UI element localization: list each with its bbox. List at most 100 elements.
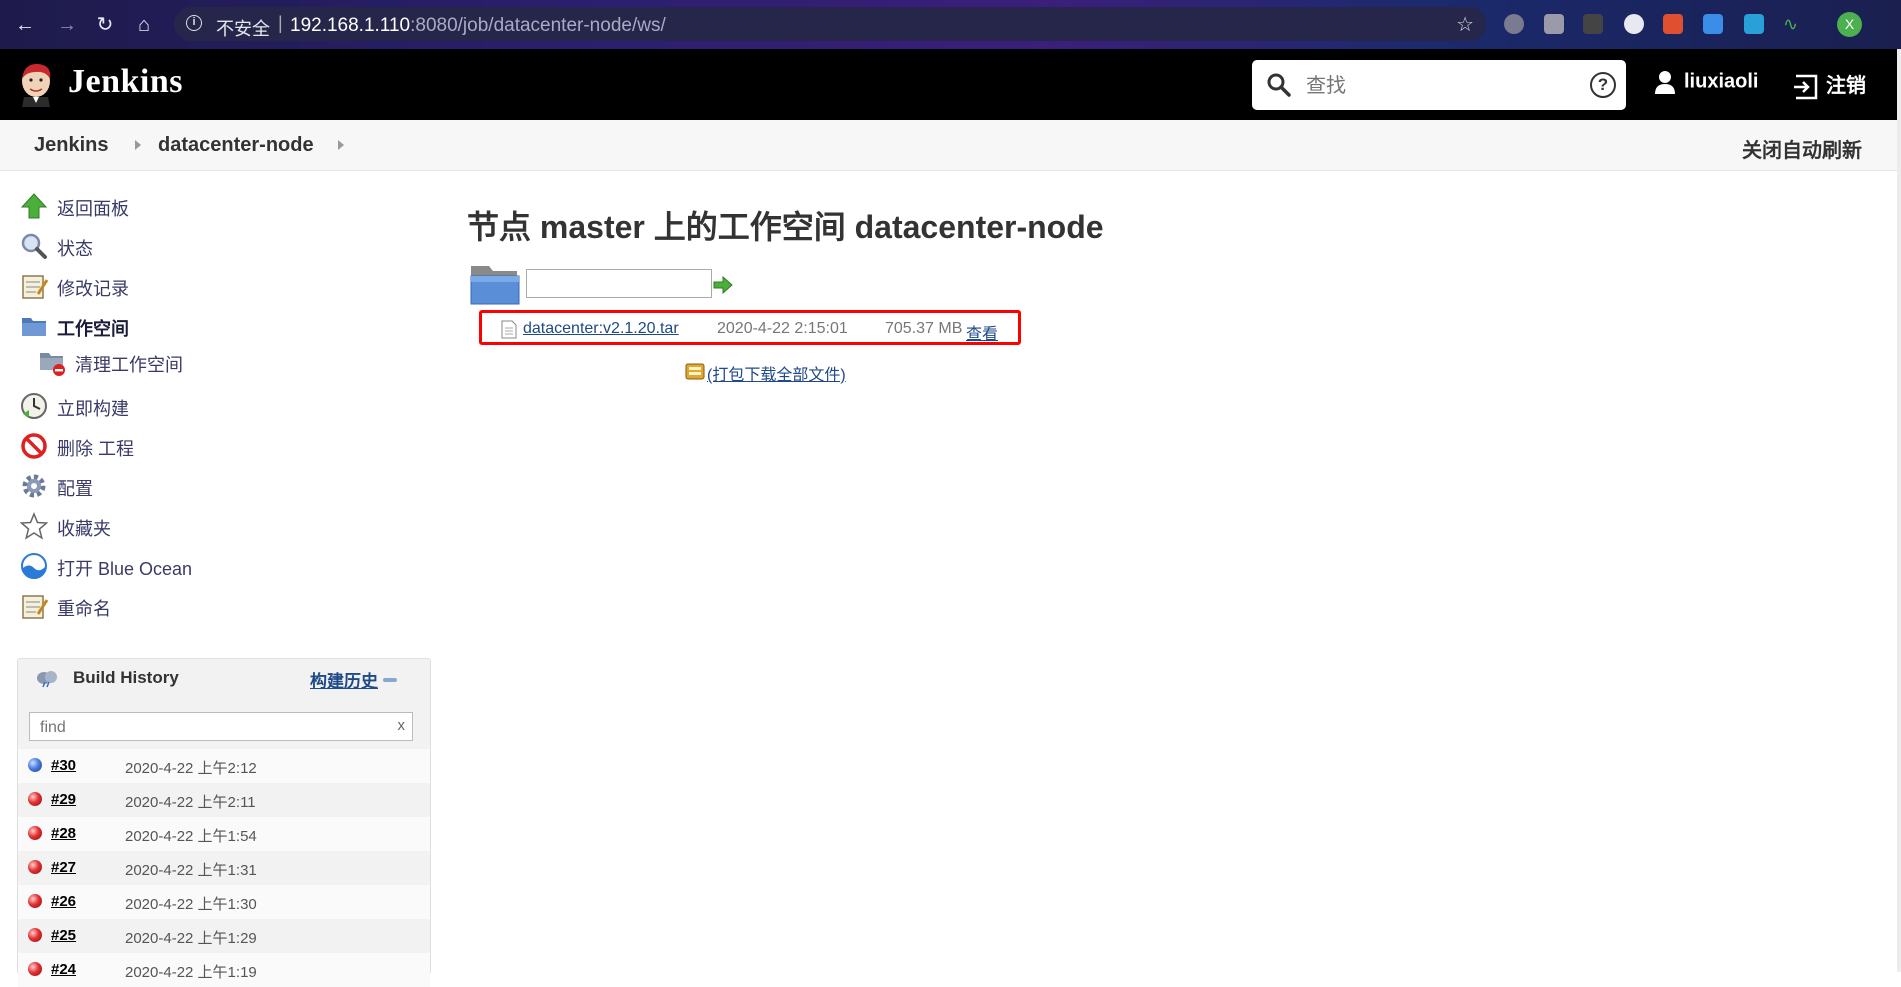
build-number-link[interactable]: #29 <box>51 791 76 808</box>
collapse-icon[interactable] <box>383 678 397 682</box>
extension-icon[interactable] <box>1663 14 1683 34</box>
sidebar-item-label: 修改记录 <box>57 279 129 299</box>
star-icon <box>20 512 48 540</box>
notepad-icon <box>22 595 48 619</box>
user-link[interactable]: liuxiaoli <box>1654 69 1758 95</box>
build-time: 2020-4-22 上午1:29 <box>125 930 257 947</box>
status-red-ball-icon <box>28 894 42 908</box>
file-icon <box>501 320 517 339</box>
disable-auto-refresh-link[interactable]: 关闭自动刷新 <box>1742 134 1862 163</box>
extension-icon[interactable] <box>1583 14 1603 34</box>
sidebar-item-label: 状态 <box>57 239 93 259</box>
status-red-ball-icon <box>28 928 42 942</box>
url-host: 192.168.1.110 <box>290 15 411 36</box>
extension-icon[interactable] <box>1504 14 1524 34</box>
magnifier-icon <box>21 233 47 259</box>
build-history-trend-link[interactable]: 构建历史 <box>310 667 378 692</box>
extension-icon[interactable] <box>1703 14 1723 34</box>
camera-extension-icon[interactable] <box>1544 14 1564 34</box>
extension-icon[interactable] <box>1624 14 1644 34</box>
gear-icon <box>22 474 46 498</box>
sidebar-item-label: 重命名 <box>57 599 111 619</box>
bookmark-star-icon[interactable]: ☆ <box>1456 12 1474 37</box>
file-name-link[interactable]: datacenter:v2.1.20.tar <box>523 320 679 338</box>
up-arrow-icon <box>20 193 48 219</box>
table-row: #26 2020-4-22 上午1:30 <box>18 885 430 919</box>
status-red-ball-icon <box>28 826 42 840</box>
forward-icon[interactable]: → <box>55 13 79 37</box>
sidebar-item-label: 删除 工程 <box>57 439 135 459</box>
sidebar-item-label: 打开 Blue Ocean <box>57 559 193 579</box>
build-time: 2020-4-22 上午1:31 <box>125 862 257 879</box>
browser-toolbar: ← → ↻ ⌂ i 不安全 | 192.168.1.110:8080/job/d… <box>0 0 1901 49</box>
jenkins-brand[interactable]: Jenkins <box>68 63 183 101</box>
no-entry-icon <box>21 433 47 459</box>
build-number-link[interactable]: #30 <box>51 757 76 774</box>
breadcrumb-chevron-icon[interactable] <box>135 140 141 150</box>
breadcrumb-chevron-icon[interactable] <box>338 140 344 150</box>
sidebar-item-label: 立即构建 <box>57 399 129 419</box>
status-red-ball-icon <box>28 962 42 976</box>
address-bar[interactable]: i 不安全 | 192.168.1.110:8080/job/datacente… <box>174 7 1486 41</box>
search-icon <box>1267 73 1291 97</box>
security-label: 不安全 <box>216 19 270 39</box>
build-number-link[interactable]: #28 <box>51 825 76 842</box>
table-row: #28 2020-4-22 上午1:54 <box>18 817 430 851</box>
user-icon <box>1655 71 1675 94</box>
reload-icon[interactable]: ↻ <box>93 13 117 37</box>
table-row: #24 2020-4-22 上午1:19 <box>18 953 430 987</box>
jenkins-logo-icon[interactable] <box>16 61 56 107</box>
download-all-link[interactable]: (打包下载全部文件) <box>707 361 846 385</box>
blue-ocean-icon <box>21 553 47 579</box>
view-file-link[interactable]: 查看 <box>966 320 998 344</box>
build-number-link[interactable]: #27 <box>51 859 76 876</box>
status-red-ball-icon <box>28 792 42 806</box>
build-history-title: Build History <box>73 668 179 687</box>
sidebar-item-label: 清理工作空间 <box>75 355 183 375</box>
wave-extension-icon[interactable]: ∿ <box>1783 14 1803 34</box>
table-row: #30 2020-4-22 上午2:12 <box>18 749 430 783</box>
cloud-weather-icon <box>37 671 57 688</box>
back-icon[interactable]: ← <box>13 13 37 37</box>
help-icon[interactable]: ? <box>1590 72 1616 98</box>
info-icon[interactable]: i <box>186 15 202 31</box>
sidebar-item-label: 收藏夹 <box>57 519 111 539</box>
file-size: 705.37 MB <box>885 320 963 337</box>
search-box: ? <box>1252 60 1626 110</box>
folder-icon <box>22 318 46 336</box>
status-blue-ball-icon <box>28 758 42 772</box>
url-path: :8080/job/datacenter-node/ws/ <box>410 15 666 36</box>
logout-label: 注销 <box>1826 75 1866 97</box>
scrollbar[interactable] <box>1897 49 1901 972</box>
jenkins-header: Jenkins ? liuxiaoli 注销 <box>0 49 1901 120</box>
breadcrumb-jenkins[interactable]: Jenkins <box>34 134 108 157</box>
archive-icon <box>685 363 705 380</box>
build-time: 2020-4-22 上午2:12 <box>125 760 257 777</box>
table-row: #27 2020-4-22 上午1:31 <box>18 851 430 885</box>
build-history-filter: x <box>29 712 413 741</box>
page-title: 节点 master 上的工作空间 datacenter-node <box>467 209 1104 245</box>
extension-icon[interactable] <box>1744 14 1764 34</box>
search-input[interactable] <box>1304 69 1568 103</box>
workspace-path-input[interactable] <box>526 269 712 298</box>
status-red-ball-icon <box>28 860 42 874</box>
notepad-icon <box>22 275 48 299</box>
profile-avatar[interactable]: X <box>1837 12 1862 37</box>
build-number-link[interactable]: #26 <box>51 893 76 910</box>
go-arrow-icon[interactable] <box>713 275 733 295</box>
build-number-link[interactable]: #25 <box>51 927 76 944</box>
build-number-link[interactable]: #24 <box>51 961 76 978</box>
sidebar-item-label: 配置 <box>57 479 93 499</box>
home-icon[interactable]: ⌂ <box>132 13 156 37</box>
folder-delete-icon <box>40 353 65 376</box>
clear-filter-button[interactable]: x <box>398 717 406 734</box>
breadcrumb-job[interactable]: datacenter-node <box>158 134 314 157</box>
logout-button[interactable]: 注销 <box>1792 69 1866 100</box>
build-history-find-input[interactable] <box>38 714 372 741</box>
sidebar-item-label: 返回面板 <box>57 199 129 219</box>
username: liuxiaoli <box>1684 70 1759 93</box>
build-time: 2020-4-22 上午1:30 <box>125 896 257 913</box>
folder-icon[interactable] <box>469 262 521 306</box>
build-time: 2020-4-22 上午1:54 <box>125 828 257 845</box>
url-text[interactable]: 192.168.1.110:8080/job/datacenter-node/w… <box>290 15 666 37</box>
